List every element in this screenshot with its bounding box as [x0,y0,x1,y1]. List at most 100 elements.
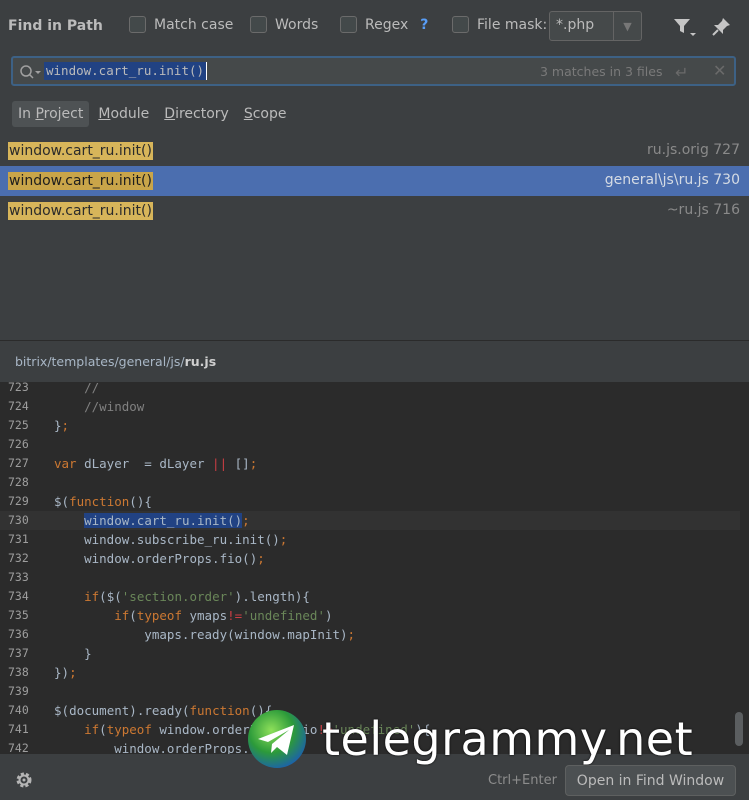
line-number: 738 [8,665,29,679]
code-line: 723 // [0,382,740,397]
line-number: 726 [8,437,29,451]
code-text: window.cart_ru.init(); [84,513,250,528]
preview-file-path: bitrix/templates/general/js/ru.js [15,354,216,369]
dialog-title: Find in Path [8,18,103,34]
tab-module[interactable]: Module [92,101,155,127]
chevron-down-icon: ▼ [623,19,632,33]
search-input[interactable]: window.cart_ru.init() [44,62,208,80]
search-field[interactable]: window.cart_ru.init() 3 matches in 3 fil… [11,56,736,86]
gear-icon[interactable] [14,770,34,790]
code-line: 725}; [0,416,740,435]
search-icon[interactable] [18,63,42,81]
result-match: window.cart_ru.init() [8,172,153,190]
code-text: $(document).ready(function(){ [54,703,273,718]
pin-icon[interactable] [710,16,732,38]
checkbox-box[interactable] [340,16,357,33]
code-text: window.subscribe_ru.init(); [54,532,288,547]
code-line: 737 } [0,644,740,663]
line-number: 729 [8,494,29,508]
line-number: 736 [8,627,29,641]
line-number: 739 [8,684,29,698]
words-label: Words [275,16,319,33]
tab-directory[interactable]: Directory [158,101,235,127]
file-mask-label: File mask: [477,16,548,33]
code-line: 726 [0,435,740,454]
file-mask-input[interactable]: *.php [549,11,614,41]
result-row[interactable]: window.cart_ru.init() ~ru.js 716 [0,196,749,226]
result-match: window.cart_ru.init() [8,202,153,220]
code-text: } [84,646,92,661]
splitter[interactable] [0,340,749,341]
code-text: window.orderProps.fio(); [54,551,265,566]
code-line: 727 var dLayer = dLayer || []; [0,454,740,473]
code-line: 733 [0,568,740,587]
regex-label: Regex [365,16,409,33]
code-preview[interactable]: 723 //724 //window 725}; 726 727 var dLayer … [0,382,749,754]
results-list: window.cart_ru.init() ru.js.orig 727 win… [0,136,749,226]
code-line: 728 [0,473,740,492]
line-number: 725 [8,418,29,432]
code-line: 738}); [0,663,740,682]
code-text: ymaps.ready(window.mapInit); [54,627,356,642]
watermark-text: telegrammy.net [322,712,694,766]
line-number: 728 [8,475,29,489]
file-mask-checkbox[interactable]: File mask: [452,16,547,33]
line-number: 730 [8,513,29,527]
regex-help-link[interactable]: ? [420,17,428,33]
line-number: 735 [8,608,29,622]
code-text: var dLayer = dLayer || []; [54,456,258,471]
result-location: general\js\ru.js 730 [604,172,740,188]
checkbox-box[interactable] [452,16,469,33]
code-text: $(function(){ [54,494,152,509]
line-number: 731 [8,532,29,546]
code-text: // [54,382,100,395]
file-mask-dropdown[interactable]: ▼ [613,11,642,41]
result-row[interactable]: window.cart_ru.init() general\js\ru.js 7… [0,166,749,196]
line-number: 742 [8,741,29,754]
close-icon[interactable]: ✕ [713,61,726,80]
shortcut-hint: Ctrl+Enter [488,773,557,788]
checkbox-box[interactable] [250,16,267,33]
tab-scope[interactable]: Scope [238,101,293,127]
code-line: 739 [0,682,740,701]
enter-icon[interactable]: ↵ [675,63,688,82]
code-text: if(typeof ymaps!='undefined') [114,608,333,623]
words-checkbox[interactable]: Words [250,16,318,33]
match-count: 3 matches in 3 files [540,64,663,79]
line-number: 734 [8,589,29,603]
checkbox-box[interactable] [129,16,146,33]
watermark: telegrammy.net [246,708,693,770]
code-text: }); [54,665,77,680]
code-line: 735 if(typeof ymaps!='undefined') [0,606,740,625]
telegram-logo-icon [248,710,306,768]
result-location: ~ru.js 716 [666,202,740,218]
file-path-prefix: bitrix/templates/general/js/ [15,354,185,369]
match-case-checkbox[interactable]: Match case [129,16,233,33]
regex-checkbox[interactable]: Regex ? [340,16,428,33]
code-line: 732 window.orderProps.fio(); [0,549,740,568]
code-text: if($('section.order').length){ [84,589,310,604]
code-line: 730 window.cart_ru.init(); [0,511,740,530]
file-name: ru.js [184,354,217,369]
line-number: 737 [8,646,29,660]
match-case-label: Match case [154,16,234,33]
line-number: 740 [8,703,29,717]
line-number: 741 [8,722,29,736]
code-line: 736 ymaps.ready(window.mapInit); [0,625,740,644]
line-number: 732 [8,551,29,565]
result-location: ru.js.orig 727 [647,142,740,158]
result-row[interactable]: window.cart_ru.init() ru.js.orig 727 [0,136,749,166]
line-number: 733 [8,570,29,584]
line-number: 727 [8,456,29,470]
line-number: 723 [8,382,29,394]
code-text: //window [54,399,145,414]
scope-tabs: In Project Module Directory Scope [12,101,295,127]
code-line: 731 window.subscribe_ru.init(); [0,530,740,549]
result-match: window.cart_ru.init() [8,142,153,160]
code-text: }; [54,418,70,433]
tab-in-project[interactable]: In Project [12,101,90,127]
code-line: 734 if($('section.order').length){ [0,587,740,606]
code-line: 724 //window [0,397,740,416]
code-line: 729 $(function(){ [0,492,740,511]
filter-icon[interactable] [672,16,696,38]
